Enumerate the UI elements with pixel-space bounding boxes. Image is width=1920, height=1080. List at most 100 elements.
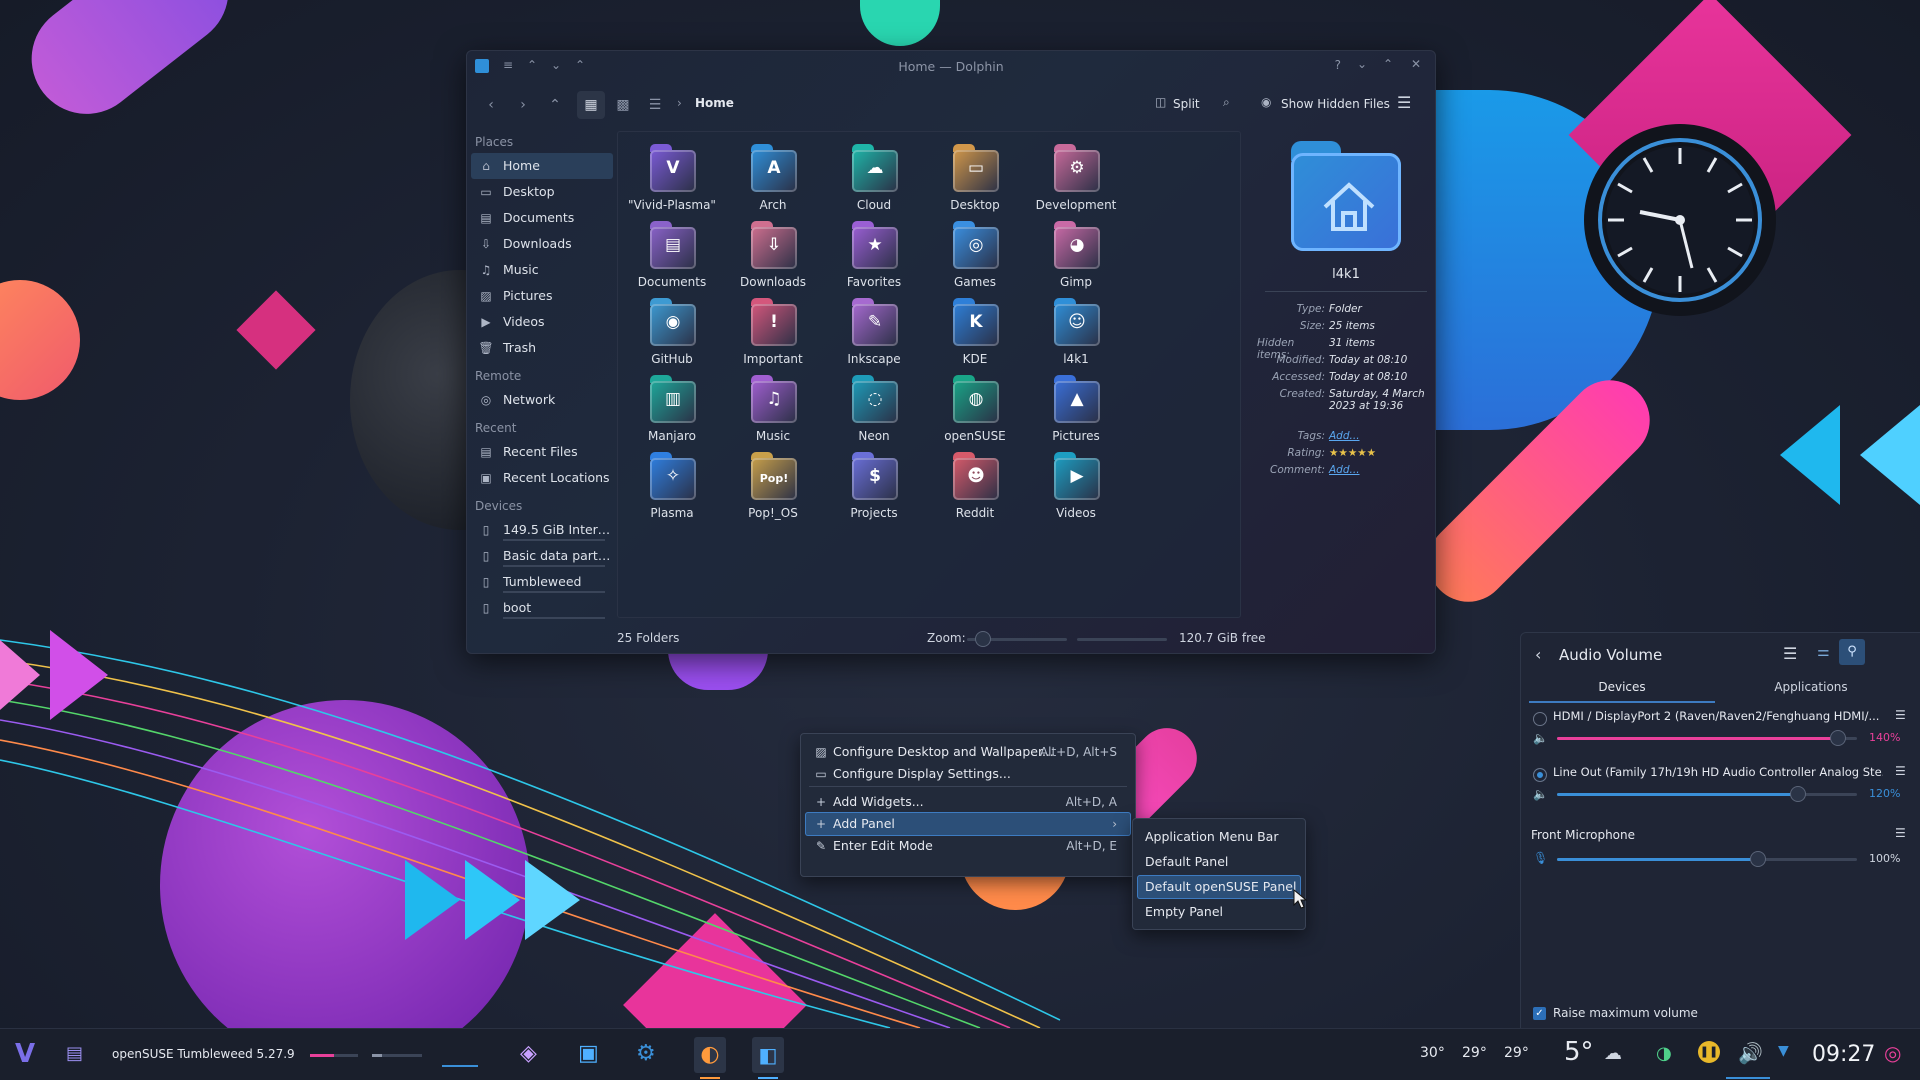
up-icon[interactable]: ⌃ (541, 91, 569, 119)
submenu-item-application-menu-bar[interactable]: Application Menu Bar (1137, 825, 1301, 849)
sidebar-item-boot[interactable]: ▯ boot (471, 595, 613, 621)
volume-icon[interactable]: 🔊 (1738, 1041, 1763, 1065)
submenu-item-default-panel[interactable]: Default Panel (1137, 850, 1301, 874)
split-icon[interactable]: ◫ (1155, 95, 1166, 109)
configure-icon[interactable]: ⚌ (1817, 644, 1830, 660)
details-view-icon[interactable]: ☰ (641, 91, 669, 119)
pause-icon[interactable]: ❚❚ (1698, 1041, 1720, 1063)
folder-item[interactable]: ▶ Videos (1026, 448, 1126, 542)
device-volume-handle[interactable] (1790, 786, 1806, 802)
sidebar-item-desktop[interactable]: ▭ Desktop (471, 179, 613, 205)
plus-icon: + (815, 795, 827, 809)
help-icon[interactable]: ? (1335, 58, 1341, 72)
folder-label: Pop!_OS (748, 506, 798, 520)
sidebar-item-tumbleweed[interactable]: ▯ Tumbleweed (471, 569, 613, 595)
spotify-icon[interactable]: ◑ (1656, 1043, 1672, 1064)
analog-clock-widget[interactable] (1580, 120, 1780, 320)
folder-glyph: Pop! (759, 472, 789, 485)
drive-icon: ▯ (482, 601, 490, 615)
sidebar-item-downloads[interactable]: ⇩ Downloads (471, 231, 613, 257)
menu-item-enter-edit-mode[interactable]: ✎ Enter Edit Mode Alt+D, E (805, 834, 1131, 858)
close-icon[interactable]: ✕ (1411, 57, 1421, 71)
tray-expand-icon[interactable]: ▼ (1778, 1043, 1789, 1059)
menu-item-add-panel[interactable]: + Add Panel › (805, 812, 1131, 836)
folder-item[interactable]: $ Projects (824, 448, 924, 542)
pin-icon[interactable]: ⚲ (1839, 639, 1865, 665)
device-menu-icon[interactable]: ☰ (1895, 764, 1906, 778)
submenu-item-default-opensuse-panel[interactable]: Default openSUSE Panel (1137, 875, 1301, 899)
tab-devices[interactable]: Devices (1529, 673, 1715, 703)
clock[interactable]: 09:27 (1812, 1042, 1875, 1067)
sidebar-item-documents[interactable]: ▤ Documents (471, 205, 613, 231)
device-menu-icon[interactable]: ☰ (1895, 826, 1906, 840)
sidebar-item-videos[interactable]: ▶ Videos (471, 309, 613, 335)
folder-glyph: $ (869, 466, 881, 486)
task-store-icon[interactable]: ▣ (578, 1041, 599, 1066)
menu-icon[interactable]: ☰ (1783, 644, 1797, 663)
back-icon[interactable]: ‹ (477, 91, 505, 119)
application-launcher-icon[interactable]: V (10, 1039, 40, 1069)
task-indicator (700, 1077, 720, 1079)
icons-view-icon[interactable]: ▦ (577, 91, 605, 119)
sidebar-item-trash[interactable]: 🗑 Trash (471, 335, 613, 361)
submenu-item-empty-panel[interactable]: Empty Panel (1137, 900, 1301, 924)
titlebar[interactable]: ≡ ⌃ ⌄ ⌃ Home — Dolphin ? ⌄ ⌃ ✕ (467, 51, 1435, 83)
folder-label: Videos (1056, 506, 1096, 520)
device-volume-handle[interactable] (1830, 730, 1846, 746)
menu-item-configure-display-settings[interactable]: ▭ Configure Display Settings... (805, 762, 1131, 786)
dolphin-window[interactable]: ≡ ⌃ ⌄ ⌃ Home — Dolphin ? ⌄ ⌃ ✕ ‹ › ⌃ ▦ ▩… (466, 50, 1436, 654)
folder-item[interactable]: ✧ Plasma (622, 448, 722, 542)
rating-stars[interactable]: ★★★★★ (1329, 447, 1429, 459)
taskbar: V ▤ openSUSE Tumbleweed 5.27.9 ◈ ▣ ⚙ ◐ ◧… (0, 1028, 1920, 1080)
sidebar-item-pictures[interactable]: ▨ Pictures (471, 283, 613, 309)
hamburger-menu-icon[interactable]: ☰ (1397, 93, 1411, 112)
speaker-icon[interactable]: 🔈 (1533, 731, 1548, 745)
sidebar-item-music[interactable]: ♫ Music (471, 257, 613, 283)
raise-volume-label[interactable]: Raise maximum volume (1553, 1006, 1698, 1020)
folder-grid[interactable]: V "Vivid-Plasma" A Arch ☁ Cloud ▭ Desktop ⚙ Devel… (617, 131, 1241, 618)
system-monitor-icon[interactable]: ▤ (66, 1043, 83, 1064)
forward-icon[interactable]: › (509, 91, 537, 119)
show-hidden-files-button[interactable]: Show Hidden Files (1281, 97, 1390, 111)
minimize-icon[interactable]: ⌄ (1357, 57, 1367, 71)
info-add-link[interactable]: Add... (1329, 430, 1429, 442)
microphone-volume-handle[interactable] (1750, 851, 1766, 867)
microphone-icon[interactable]: 🎙 (1533, 851, 1548, 865)
task-settings-icon[interactable]: ⚙ (636, 1041, 656, 1066)
information-panel: l4k1 Type: Folder Size: 25 items Hidden item… (1257, 131, 1435, 623)
split-button[interactable]: Split (1173, 97, 1200, 111)
task-dolphin-icon[interactable]: ◧ (752, 1037, 784, 1073)
tab-applications[interactable]: Applications (1717, 673, 1905, 701)
compact-view-icon[interactable]: ▩ (609, 91, 637, 119)
device-radio[interactable] (1533, 768, 1547, 782)
folder-item[interactable]: ☻ Reddit (925, 448, 1025, 542)
search-icon[interactable]: ⌕ (1223, 95, 1230, 110)
desktop[interactable]: ≡ ⌃ ⌄ ⌃ Home — Dolphin ? ⌄ ⌃ ✕ ‹ › ⌃ ▦ ▩… (0, 0, 1920, 1080)
sidebar-item-home[interactable]: ⌂ Home (471, 153, 613, 179)
maximize-icon[interactable]: ⌃ (1383, 57, 1393, 71)
applet-title: Audio Volume (1559, 646, 1663, 664)
notifications-icon[interactable]: ◎ (1884, 1041, 1901, 1065)
sidebar-item-network[interactable]: ◎ Network (471, 387, 613, 413)
device-radio[interactable] (1533, 712, 1547, 726)
sidebar-item-149-5-gib-internal[interactable]: ▯ 149.5 GiB Internal ... (471, 517, 613, 543)
folder-item[interactable]: Pop! Pop!_OS (723, 448, 823, 542)
sidebar-item-recent-locations[interactable]: ▣ Recent Locations (471, 465, 613, 491)
statusbar: 25 Folders Zoom: 120.7 GiB free (617, 623, 1435, 653)
breadcrumb[interactable]: Home (695, 96, 734, 110)
menu-item-add-widgets[interactable]: + Add Widgets... Alt+D, A (805, 790, 1131, 814)
zoom-slider-handle[interactable] (975, 631, 991, 647)
info-add-link[interactable]: Add... (1329, 464, 1429, 476)
sidebar-item-recent-files[interactable]: ▤ Recent Files (471, 439, 613, 465)
weather-temperature[interactable]: 5° (1564, 1037, 1594, 1067)
back-icon[interactable]: ‹ (1535, 645, 1541, 664)
speaker-icon[interactable]: 🔈 (1533, 787, 1548, 801)
weather-cloud-icon[interactable]: ☁ (1604, 1043, 1622, 1064)
decor-shape (0, 280, 80, 400)
device-menu-icon[interactable]: ☰ (1895, 708, 1906, 722)
sidebar-item-basic-data-partiti[interactable]: ▯ Basic data partiti... (471, 543, 613, 569)
raise-volume-checkbox[interactable]: ✓ (1533, 1007, 1546, 1020)
menu-item-configure-desktop-and-wallpaper[interactable]: ▨ Configure Desktop and Wallpaper... Alt+D… (805, 740, 1131, 764)
task-discover-icon[interactable]: ◈ (520, 1041, 537, 1066)
task-firefox-icon[interactable]: ◐ (694, 1037, 726, 1073)
